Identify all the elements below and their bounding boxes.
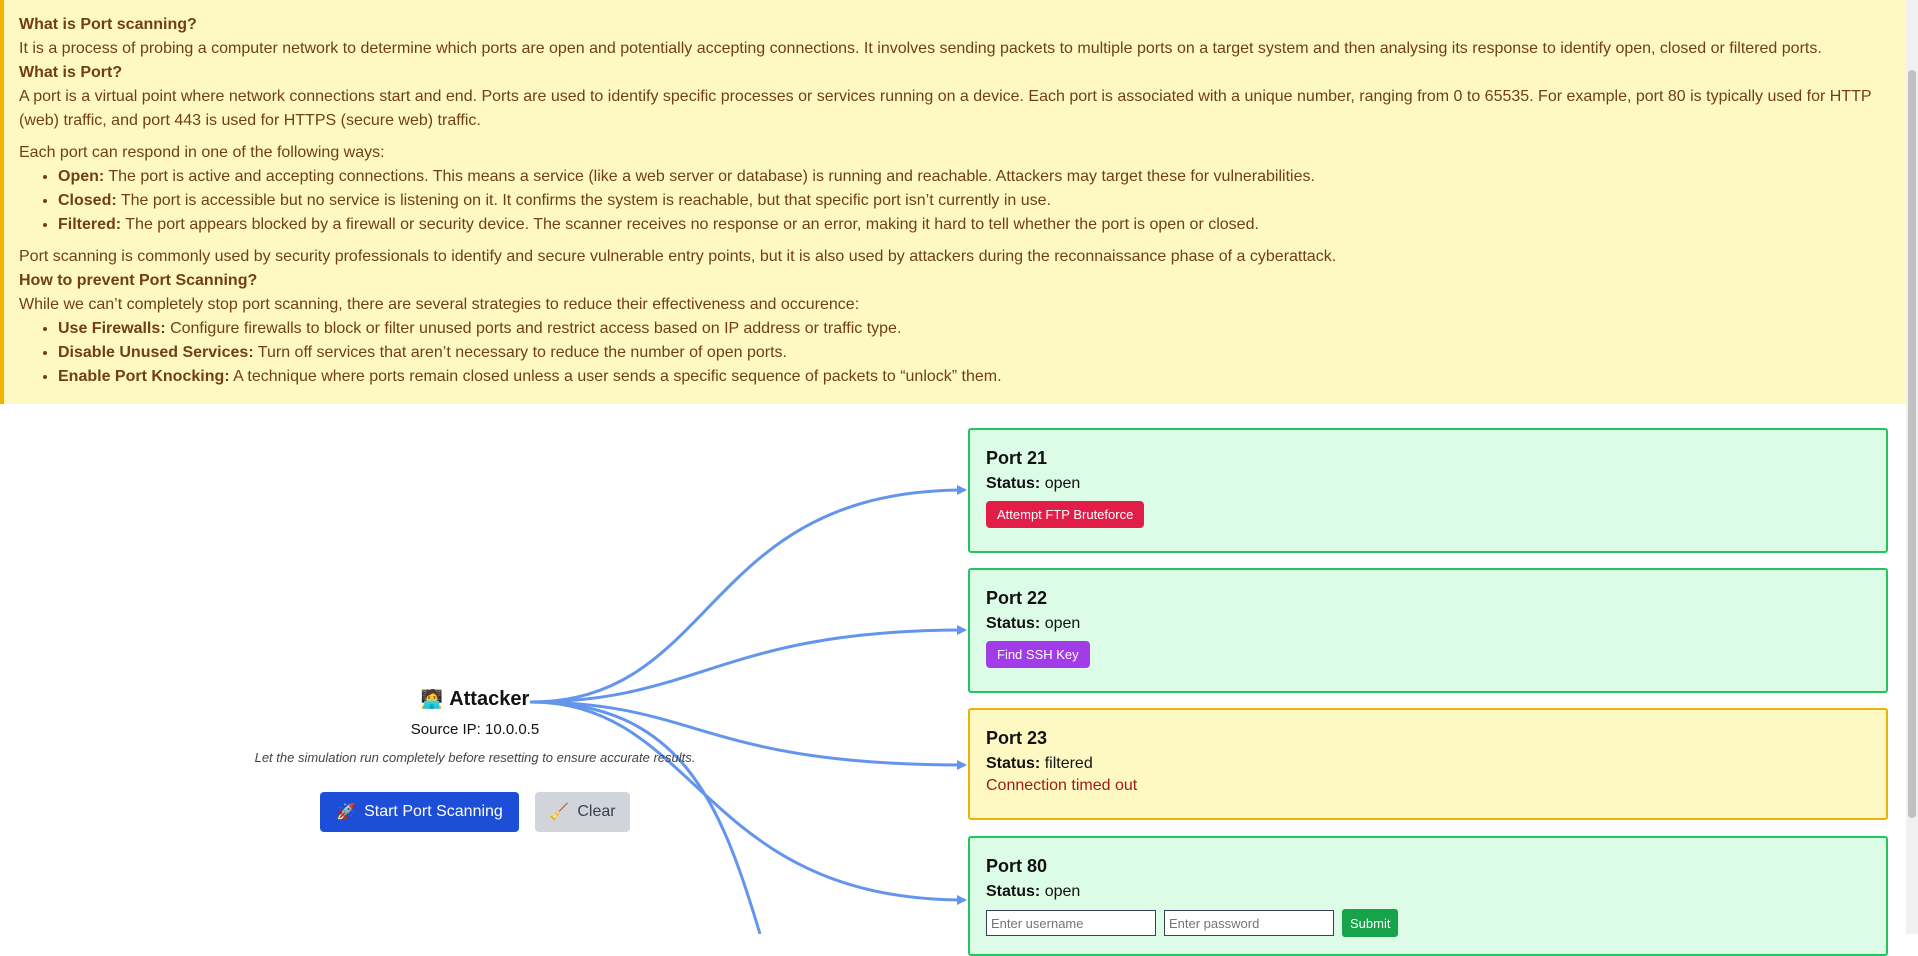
source-ip: Source IP: 10.0.0.5	[410, 721, 540, 738]
list-item: Open: The port is active and accepting c…	[58, 165, 1906, 189]
username-input[interactable]	[986, 910, 1156, 936]
respond-intro: Each port can respond in one of the foll…	[19, 144, 385, 161]
port-status: Status: open	[986, 615, 1081, 632]
scrollbar[interactable]	[1906, 0, 1918, 934]
submit-button[interactable]: Submit	[1342, 909, 1399, 937]
list-item: Closed: The port is accessible but no se…	[58, 189, 1906, 213]
arrow-port-21	[529, 485, 967, 704]
port-card-80: Port 80 Status: open Submit	[968, 836, 1888, 956]
list-item: Use Firewalls: Configure firewalls to bl…	[58, 317, 1906, 341]
port-name: Port 21	[986, 448, 1048, 468]
answer-port: A port is a virtual point where network …	[19, 88, 1872, 129]
strategies-list: Use Firewalls: Configure firewalls to bl…	[19, 317, 1906, 389]
heading-prevent: How to prevent Port Scanning?	[19, 272, 258, 289]
ftp-bruteforce-button[interactable]: Attempt FTP Bruteforce	[986, 501, 1145, 528]
answer-port-scanning: It is a process of probing a computer ne…	[19, 40, 1822, 57]
heading-what-is-port: What is Port?	[19, 64, 123, 81]
password-input[interactable]	[1164, 910, 1334, 936]
usage-text: Port scanning is commonly used by securi…	[19, 248, 1337, 265]
port-name: Port 80	[986, 856, 1048, 876]
rocket-icon: 🚀	[336, 804, 357, 821]
attacker-panel: 🧑‍💻 Attacker Source IP: 10.0.0.5 Let the …	[230, 688, 720, 765]
simulation-note: Let the simulation run completely before…	[254, 750, 696, 765]
heading-what-is-port-scanning: What is Port scanning?	[19, 16, 197, 33]
port-name: Port 22	[986, 588, 1048, 608]
port-card-22: Port 22 Status: open Find SSH Key	[968, 568, 1888, 693]
broom-icon: 🧹	[549, 804, 570, 821]
port-status: Status: filtered	[986, 755, 1093, 772]
start-port-scanning-button[interactable]: 🚀 Start Port Scanning	[320, 792, 519, 832]
login-form: Submit	[986, 909, 1886, 937]
attacker-title: 🧑‍💻 Attacker	[420, 688, 530, 710]
port-card-23: Port 23 Status: filtered Connection time…	[968, 708, 1888, 820]
port-name: Port 23	[986, 728, 1048, 748]
port-card-21: Port 21 Status: open Attempt FTP Brutefo…	[968, 428, 1888, 553]
info-panel: What is Port scanning? It is a process o…	[0, 0, 1906, 404]
list-item: Enable Port Knocking: A technique where …	[58, 365, 1906, 389]
clear-button[interactable]: 🧹 Clear	[535, 792, 630, 832]
list-item: Disable Unused Services: Turn off servic…	[58, 341, 1906, 365]
prevent-intro: While we can’t completely stop port scan…	[19, 296, 860, 313]
port-status: Status: open	[986, 883, 1081, 900]
port-status: Status: open	[986, 475, 1081, 492]
find-ssh-key-button[interactable]: Find SSH Key	[986, 641, 1090, 668]
hacker-icon: 🧑‍💻	[420, 689, 444, 709]
port-states-list: Open: The port is active and accepting c…	[19, 165, 1906, 237]
list-item: Filtered: The port appears blocked by a …	[58, 213, 1906, 237]
scrollbar-thumb[interactable]	[1908, 70, 1916, 818]
timeout-message: Connection timed out	[986, 777, 1138, 794]
